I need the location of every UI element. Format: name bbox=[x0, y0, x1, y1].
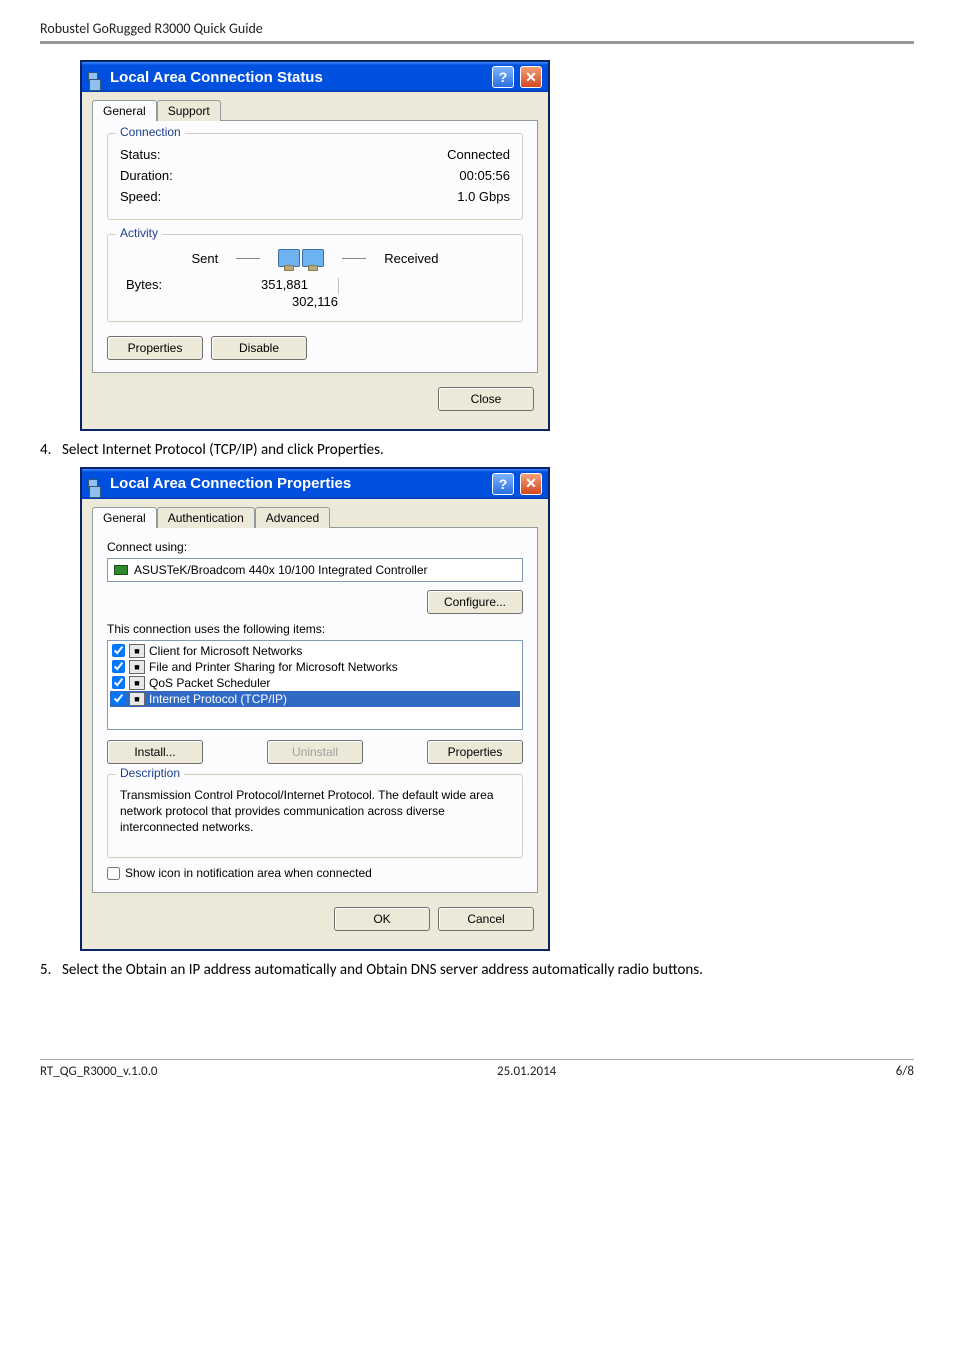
list-item[interactable]: ■Internet Protocol (TCP/IP) bbox=[110, 691, 520, 707]
sent-label: Sent bbox=[192, 251, 219, 266]
properties-button[interactable]: Properties bbox=[107, 336, 203, 360]
tab-advanced[interactable]: Advanced bbox=[255, 507, 330, 528]
duration-value: 00:05:56 bbox=[459, 168, 510, 183]
show-icon-checkbox[interactable]: Show icon in notification area when conn… bbox=[107, 866, 523, 880]
show-icon-label: Show icon in notification area when conn… bbox=[125, 866, 372, 880]
item-checkbox[interactable] bbox=[112, 660, 125, 673]
item-checkbox[interactable] bbox=[112, 644, 125, 657]
speed-label: Speed: bbox=[120, 189, 161, 204]
properties-button[interactable]: Properties bbox=[427, 740, 523, 764]
footer-left: RT_QG_R3000_v.1.0.0 bbox=[40, 1064, 157, 1079]
titlebar: Local Area Connection Properties ? ✕ bbox=[82, 469, 548, 499]
received-label: Received bbox=[384, 251, 438, 266]
bytes-label: Bytes: bbox=[126, 277, 252, 309]
group-legend: Description bbox=[116, 766, 184, 780]
tcpip-icon: ■ bbox=[129, 692, 145, 706]
description-text: Transmission Control Protocol/Internet P… bbox=[120, 785, 510, 846]
sent-bytes: 351,881 bbox=[261, 277, 308, 292]
footer-center: 25.01.2014 bbox=[497, 1064, 556, 1079]
step-5: 5.Select the Obtain an IP address automa… bbox=[40, 961, 914, 979]
configure-button[interactable]: Configure... bbox=[427, 590, 523, 614]
recv-bytes: 302,116 bbox=[292, 294, 338, 309]
speed-value: 1.0 Gbps bbox=[457, 189, 510, 204]
list-item[interactable]: ■Client for Microsoft Networks bbox=[110, 643, 520, 659]
cancel-button[interactable]: Cancel bbox=[438, 907, 534, 931]
monitors-icon bbox=[278, 249, 324, 267]
tabs: General Support bbox=[92, 100, 538, 121]
adapter-name: ASUSTeK/Broadcom 440x 10/100 Integrated … bbox=[134, 563, 428, 577]
qos-icon: ■ bbox=[129, 676, 145, 690]
group-legend: Connection bbox=[116, 125, 185, 139]
page-header: Robustel GoRugged R3000 Quick Guide bbox=[40, 20, 914, 44]
ok-button[interactable]: OK bbox=[334, 907, 430, 931]
close-button[interactable]: Close bbox=[438, 387, 534, 411]
connect-using-label: Connect using: bbox=[107, 540, 523, 554]
install-button[interactable]: Install... bbox=[107, 740, 203, 764]
dash-icon bbox=[236, 258, 260, 259]
tab-support[interactable]: Support bbox=[157, 100, 221, 121]
duration-label: Duration: bbox=[120, 168, 173, 183]
close-button[interactable]: ✕ bbox=[520, 66, 542, 88]
close-button[interactable]: ✕ bbox=[520, 473, 542, 495]
connection-group: Connection Status:Connected Duration:00:… bbox=[107, 133, 523, 220]
nic-icon bbox=[114, 565, 128, 575]
tab-general[interactable]: General bbox=[92, 100, 157, 121]
tab-authentication[interactable]: Authentication bbox=[157, 507, 255, 528]
dash-icon bbox=[342, 258, 366, 259]
network-icon bbox=[88, 476, 104, 492]
help-button[interactable]: ? bbox=[492, 66, 514, 88]
show-icon-input[interactable] bbox=[107, 867, 120, 880]
titlebar: Local Area Connection Status ? ✕ bbox=[82, 62, 548, 92]
activity-group: Activity Sent Received Bytes: 351,881302… bbox=[107, 234, 523, 322]
disable-button[interactable]: Disable bbox=[211, 336, 307, 360]
uses-label: This connection uses the following items… bbox=[107, 622, 523, 636]
sharing-icon: ■ bbox=[129, 660, 145, 674]
properties-dialog: Local Area Connection Properties ? ✕ Gen… bbox=[80, 467, 550, 952]
description-group: Description Transmission Control Protoco… bbox=[107, 774, 523, 859]
help-button[interactable]: ? bbox=[492, 473, 514, 495]
client-icon: ■ bbox=[129, 644, 145, 658]
status-dialog: Local Area Connection Status ? ✕ General… bbox=[80, 60, 550, 431]
list-item[interactable]: ■QoS Packet Scheduler bbox=[110, 675, 520, 691]
items-listbox[interactable]: ■Client for Microsoft Networks ■File and… bbox=[107, 640, 523, 730]
tab-general[interactable]: General bbox=[92, 507, 157, 528]
item-checkbox[interactable] bbox=[112, 676, 125, 689]
item-checkbox[interactable] bbox=[112, 692, 125, 705]
step-4: 4.Select Internet Protocol (TCP/IP) and … bbox=[40, 441, 914, 459]
dialog-title: Local Area Connection Properties bbox=[110, 475, 486, 492]
group-legend: Activity bbox=[116, 226, 162, 240]
adapter-field: ASUSTeK/Broadcom 440x 10/100 Integrated … bbox=[107, 558, 523, 582]
page-footer: RT_QG_R3000_v.1.0.0 25.01.2014 6/8 bbox=[40, 1059, 914, 1079]
list-item[interactable]: ■File and Printer Sharing for Microsoft … bbox=[110, 659, 520, 675]
uninstall-button: Uninstall bbox=[267, 740, 363, 764]
dialog-title: Local Area Connection Status bbox=[110, 69, 486, 86]
status-value: Connected bbox=[447, 147, 510, 162]
tabs: General Authentication Advanced bbox=[92, 507, 538, 528]
network-icon bbox=[88, 69, 104, 85]
status-label: Status: bbox=[120, 147, 160, 162]
footer-right: 6/8 bbox=[896, 1064, 914, 1079]
